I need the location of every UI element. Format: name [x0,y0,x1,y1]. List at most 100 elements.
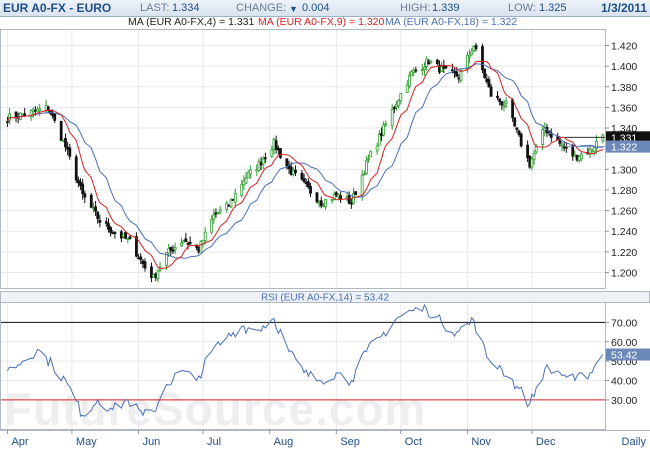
candle-body [334,192,338,196]
candle-body [83,193,87,198]
candle-body [412,69,416,73]
candle-body [455,71,459,77]
candle-body [377,133,381,146]
candle-body [330,199,334,201]
candle-body [532,152,536,160]
candle-body [466,55,469,70]
candle-body [233,193,237,203]
candle-body [530,158,534,168]
x-tick-label: Sep [340,436,360,448]
candle-body [519,133,523,147]
candle-body [496,95,499,98]
candle-body [169,246,173,251]
x-tick-label: Oct [405,436,422,448]
candle-body [354,191,358,195]
candle-body [210,219,214,233]
candle-body [152,273,156,278]
candle-body [575,154,579,161]
candle-body [483,68,487,79]
price-tick-label: 1.420 [611,40,637,52]
candle-body [248,169,252,175]
price-tick-label: 1.220 [611,247,637,259]
price-gridlines [1,30,605,288]
candle-body [515,127,519,130]
candle-body [33,109,37,112]
candle-body [214,212,218,215]
candle-body [156,270,160,279]
candle-body [212,214,216,220]
candle-body [119,231,123,239]
rsi-tick-label: 60.00 [611,337,637,349]
candle-body [229,199,233,208]
candle-body [242,180,246,186]
x-tick-label: May [76,436,97,448]
candle-body [109,227,113,233]
x-tick-label: Aug [274,436,294,448]
candle-body [23,113,27,116]
candle-body [502,105,506,108]
candle-body [592,147,596,152]
candle-body [107,223,110,230]
candle-body [98,219,102,223]
candle-body [302,178,306,182]
candle-body [513,117,517,127]
candle-body [150,266,153,279]
price-tick-label: 1.240 [611,226,637,238]
candle-body [184,238,188,242]
price-tick-label: 1.300 [611,164,637,176]
candle-body [339,195,343,200]
candle-body [216,212,220,215]
candle-body [68,147,72,157]
candle-body [96,211,100,220]
candle-body [590,149,594,152]
candle-body [365,160,368,174]
candle-body [139,256,143,260]
candle-body [306,181,310,188]
candle-body [425,58,428,68]
price-tick-label: 1.400 [611,61,637,73]
candle-body [59,120,63,141]
price-tick-label: 1.200 [611,268,637,280]
candle-body [562,146,566,149]
candle-body [337,194,340,198]
candle-body [300,172,304,180]
candle-body [244,177,248,184]
candle-body [188,241,192,245]
candle-body [369,151,373,158]
candle-body [182,240,186,243]
rsi-axis-ticks: 30.0040.0050.0060.0070.00 [605,317,637,407]
candle-body [126,237,130,240]
candle-body [319,200,323,207]
candle-body [285,158,289,167]
candle-body [427,60,431,65]
candle-body [259,162,263,166]
candle-body [272,139,276,150]
candle-body [382,124,386,136]
candle-body [399,93,403,102]
candle-body [66,146,70,150]
candle-body [255,169,259,172]
candle-body [489,86,493,97]
candle-body [375,145,379,152]
candle-body [141,260,145,265]
candle-body [498,98,502,102]
rsi-tag-label: 53.42 [611,350,637,362]
candle-body [324,198,327,208]
candle-body [44,105,48,111]
candle-body [291,169,295,175]
candle-body [317,201,321,204]
candle-body [124,231,128,239]
candle-body [485,78,489,83]
candle-body [203,231,207,241]
candle-body [92,207,95,210]
candle-body [137,257,140,260]
candlesticks [6,42,605,283]
rsi-legend: RSI (EUR A0-FX,14) = 53.42 [261,293,390,304]
rsi-tick-label: 70.00 [611,317,637,329]
candle-body [345,196,349,199]
candle-body [81,183,85,194]
candle-body [289,166,293,175]
candle-body [384,123,388,126]
candle-body [435,59,439,65]
candle-body [186,242,190,245]
